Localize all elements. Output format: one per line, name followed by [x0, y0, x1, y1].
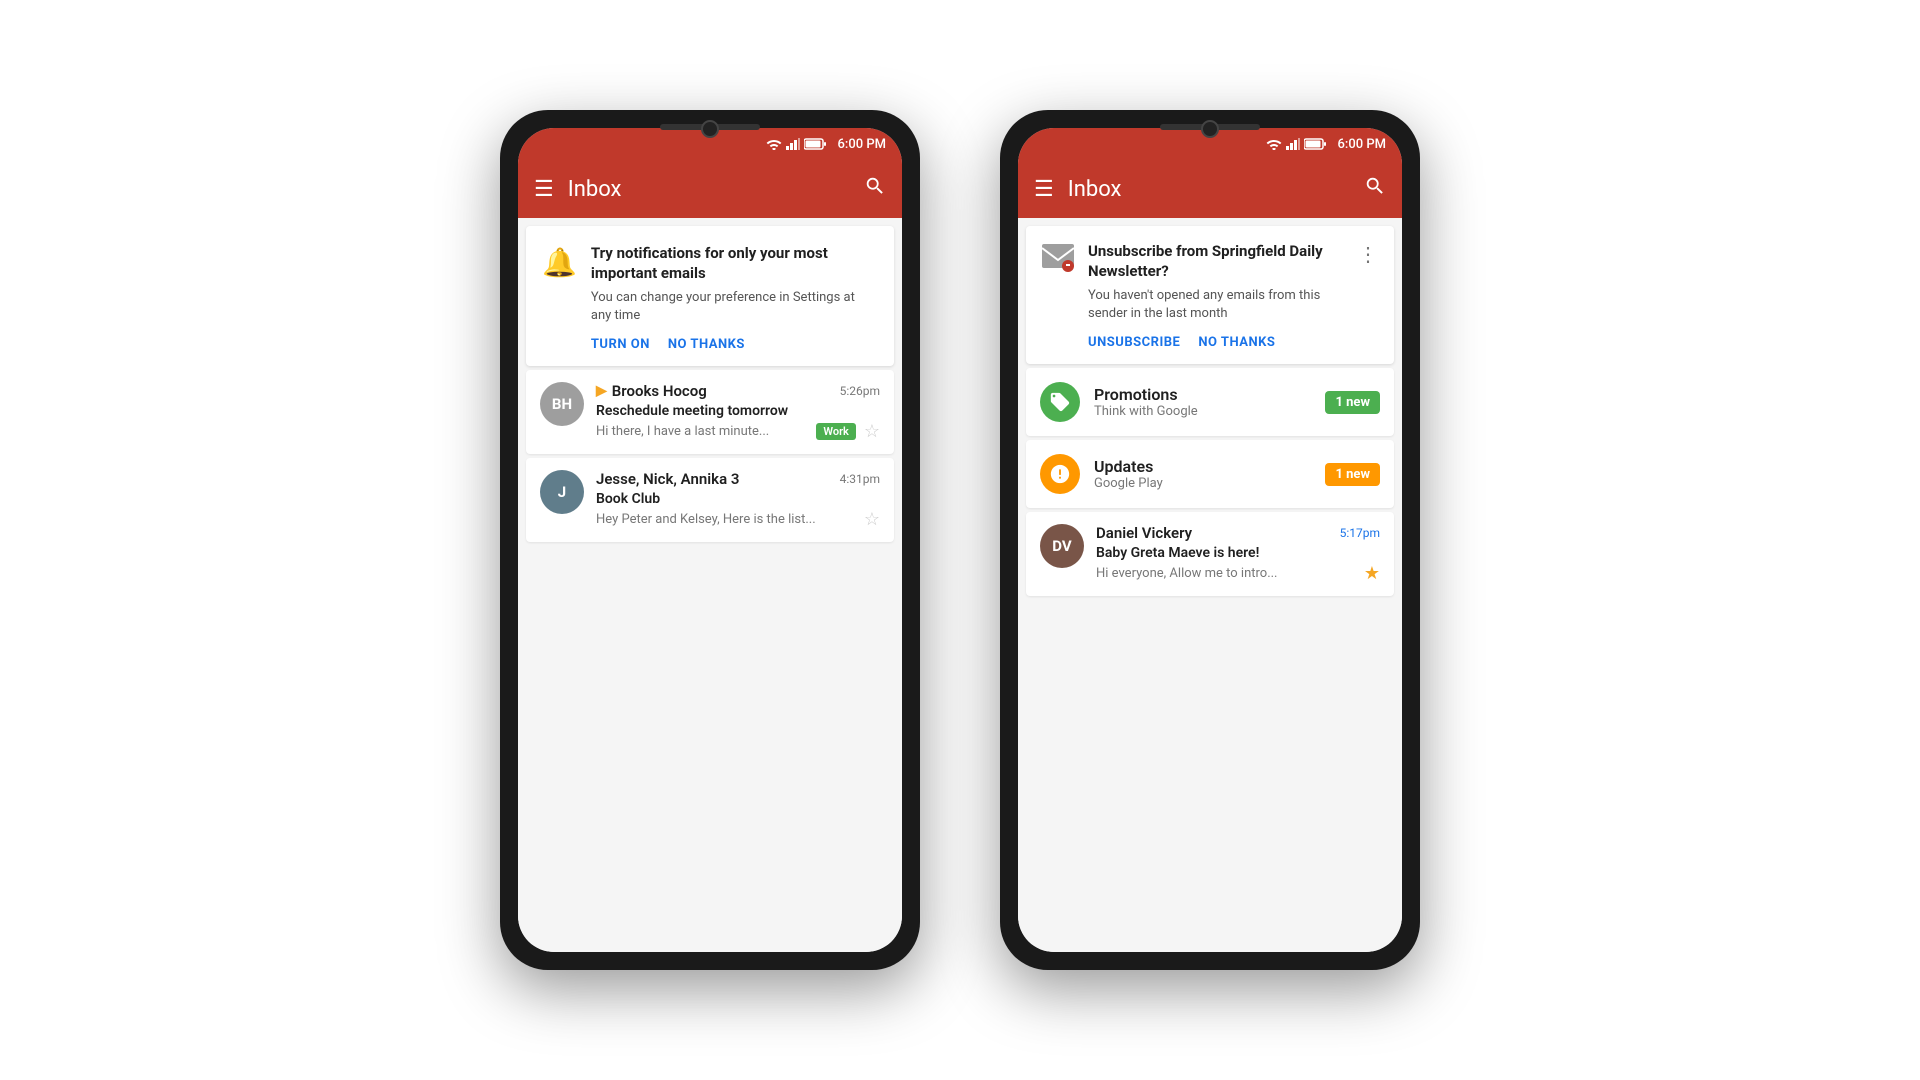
battery-icon [804, 138, 826, 150]
phone-2-content: Unsubscribe from Springfield Daily Newsl… [1018, 218, 1402, 952]
phone-2-screen: 6:00 PM ☰ Inbox [1018, 128, 1402, 952]
avatar-daniel: DV [1040, 524, 1084, 568]
email-body-1: ▶ Brooks Hocog 5:26pm Reschedule meeting… [596, 382, 880, 442]
email-time-daniel: 5:17pm [1340, 526, 1380, 540]
phone-1-screen: 6:00 PM ☰ Inbox 🔔 Try notifications f [518, 128, 902, 952]
promotions-badge: 1 new [1325, 391, 1380, 414]
phone-2-menu-button[interactable]: ☰ [1034, 177, 1054, 202]
search-icon-2 [1364, 175, 1386, 197]
email-time-2: 4:31pm [840, 472, 880, 486]
unsubscribe-button[interactable]: UNSUBSCRIBE [1088, 335, 1180, 350]
promotions-icon-wrap [1040, 382, 1080, 422]
phone-1-status-icons [766, 138, 826, 150]
promotions-icon [1049, 391, 1071, 413]
email-item-daniel[interactable]: DV Daniel Vickery 5:17pm Baby Greta Maev… [1026, 512, 1394, 596]
signal-icon [786, 138, 800, 150]
priority-icon: ▶ [596, 383, 607, 399]
email-preview-row-1: Hi there, I have a last minute... Work ☆ [596, 421, 880, 442]
email-sender-1: ▶ Brooks Hocog [596, 382, 707, 400]
phone-1-toolbar: ☰ Inbox [518, 160, 902, 218]
unsubscribe-title: Unsubscribe from Springfield Daily Newsl… [1088, 242, 1344, 281]
no-thanks-button-2[interactable]: NO THANKS [1198, 335, 1275, 350]
updates-sub: Google Play [1094, 476, 1311, 491]
phone-2-status-icons [1266, 138, 1326, 150]
phone-2: 6:00 PM ☰ Inbox [1000, 110, 1420, 970]
unsubscribe-card: Unsubscribe from Springfield Daily Newsl… [1026, 226, 1394, 364]
phone-1-toolbar-title: Inbox [568, 177, 850, 202]
unsubscribe-subtitle: You haven't opened any emails from this … [1088, 287, 1344, 323]
unsubscribe-text: Unsubscribe from Springfield Daily Newsl… [1088, 242, 1344, 350]
email-subject-2: Book Club [596, 491, 880, 507]
email-top-2: Jesse, Nick, Annika 3 4:31pm [596, 470, 880, 488]
email-preview-row-daniel: Hi everyone, Allow me to intro... ★ [1096, 563, 1380, 584]
turn-on-button[interactable]: TURN ON [591, 337, 650, 352]
email-top-daniel: Daniel Vickery 5:17pm [1096, 524, 1380, 542]
wifi-icon [766, 138, 782, 150]
notification-text: Try notifications for only your most imp… [591, 244, 878, 352]
notification-card: 🔔 Try notifications for only your most i… [526, 226, 894, 366]
signal-icon-2 [1286, 138, 1300, 150]
phone-1-menu-button[interactable]: ☰ [534, 177, 554, 202]
email-top-1: ▶ Brooks Hocog 5:26pm [596, 382, 880, 400]
updates-icon [1049, 463, 1071, 485]
email-item-1[interactable]: BH ▶ Brooks Hocog 5:26pm Reschedule meet… [526, 370, 894, 454]
notification-actions: TURN ON NO THANKS [591, 337, 878, 352]
phone-1: 6:00 PM ☰ Inbox 🔔 Try notifications f [500, 110, 920, 970]
search-icon [864, 175, 886, 197]
updates-badge: 1 new [1325, 463, 1380, 486]
phone-2-toolbar-title: Inbox [1068, 177, 1350, 202]
email-body-daniel: Daniel Vickery 5:17pm Baby Greta Maeve i… [1096, 524, 1380, 584]
phone-2-time: 6:00 PM [1338, 137, 1387, 152]
updates-icon-wrap [1040, 454, 1080, 494]
no-thanks-button[interactable]: NO THANKS [668, 337, 745, 352]
notification-subtitle: You can change your preference in Settin… [591, 289, 878, 325]
phone-1-search-button[interactable] [864, 175, 886, 203]
notification-title: Try notifications for only your most imp… [591, 244, 878, 283]
email-subject-daniel: Baby Greta Maeve is here! [1096, 545, 1380, 561]
email-subject-1: Reschedule meeting tomorrow [596, 403, 880, 419]
work-tag: Work [816, 423, 855, 440]
phone-1-content: 🔔 Try notifications for only your most i… [518, 218, 902, 952]
bell-icon: 🔔 [542, 246, 577, 352]
promotions-name: Promotions [1094, 385, 1311, 404]
phone-1-status-bar: 6:00 PM [518, 128, 902, 160]
wifi-icon-2 [1266, 138, 1282, 150]
mail-icon-wrap [1042, 244, 1074, 350]
mail-icon [1042, 244, 1074, 272]
star-icon-2[interactable]: ☆ [864, 509, 880, 530]
promotions-sub: Think with Google [1094, 404, 1311, 419]
updates-name: Updates [1094, 457, 1311, 476]
star-icon-1[interactable]: ☆ [864, 421, 880, 442]
email-sender-2: Jesse, Nick, Annika 3 [596, 470, 739, 488]
email-time-1: 5:26pm [840, 384, 880, 398]
phone-2-toolbar: ☰ Inbox [1018, 160, 1402, 218]
email-preview-row-2: Hey Peter and Kelsey, Here is the list..… [596, 509, 880, 530]
phone-2-status-bar: 6:00 PM [1018, 128, 1402, 160]
scene: 6:00 PM ☰ Inbox 🔔 Try notifications f [500, 110, 1420, 970]
phone-2-search-button[interactable] [1364, 175, 1386, 203]
email-sender-daniel: Daniel Vickery [1096, 524, 1192, 542]
battery-icon-2 [1304, 138, 1326, 150]
email-body-2: Jesse, Nick, Annika 3 4:31pm Book Club H… [596, 470, 880, 530]
promotions-category[interactable]: Promotions Think with Google 1 new [1026, 368, 1394, 436]
avatar-brooks: BH [540, 382, 584, 426]
avatar-jesse: J [540, 470, 584, 514]
updates-category[interactable]: Updates Google Play 1 new [1026, 440, 1394, 508]
email-preview-daniel: Hi everyone, Allow me to intro... [1096, 566, 1356, 581]
phone-1-time: 6:00 PM [838, 137, 887, 152]
more-options-button[interactable]: ⋮ [1358, 242, 1378, 266]
email-preview-2: Hey Peter and Kelsey, Here is the list..… [596, 512, 856, 527]
email-item-2[interactable]: J Jesse, Nick, Annika 3 4:31pm Book Club… [526, 458, 894, 542]
promotions-body: Promotions Think with Google [1094, 385, 1311, 419]
email-preview-1: Hi there, I have a last minute... [596, 424, 808, 439]
star-icon-daniel[interactable]: ★ [1364, 563, 1380, 584]
updates-body: Updates Google Play [1094, 457, 1311, 491]
unsubscribe-actions: UNSUBSCRIBE NO THANKS [1088, 335, 1344, 350]
